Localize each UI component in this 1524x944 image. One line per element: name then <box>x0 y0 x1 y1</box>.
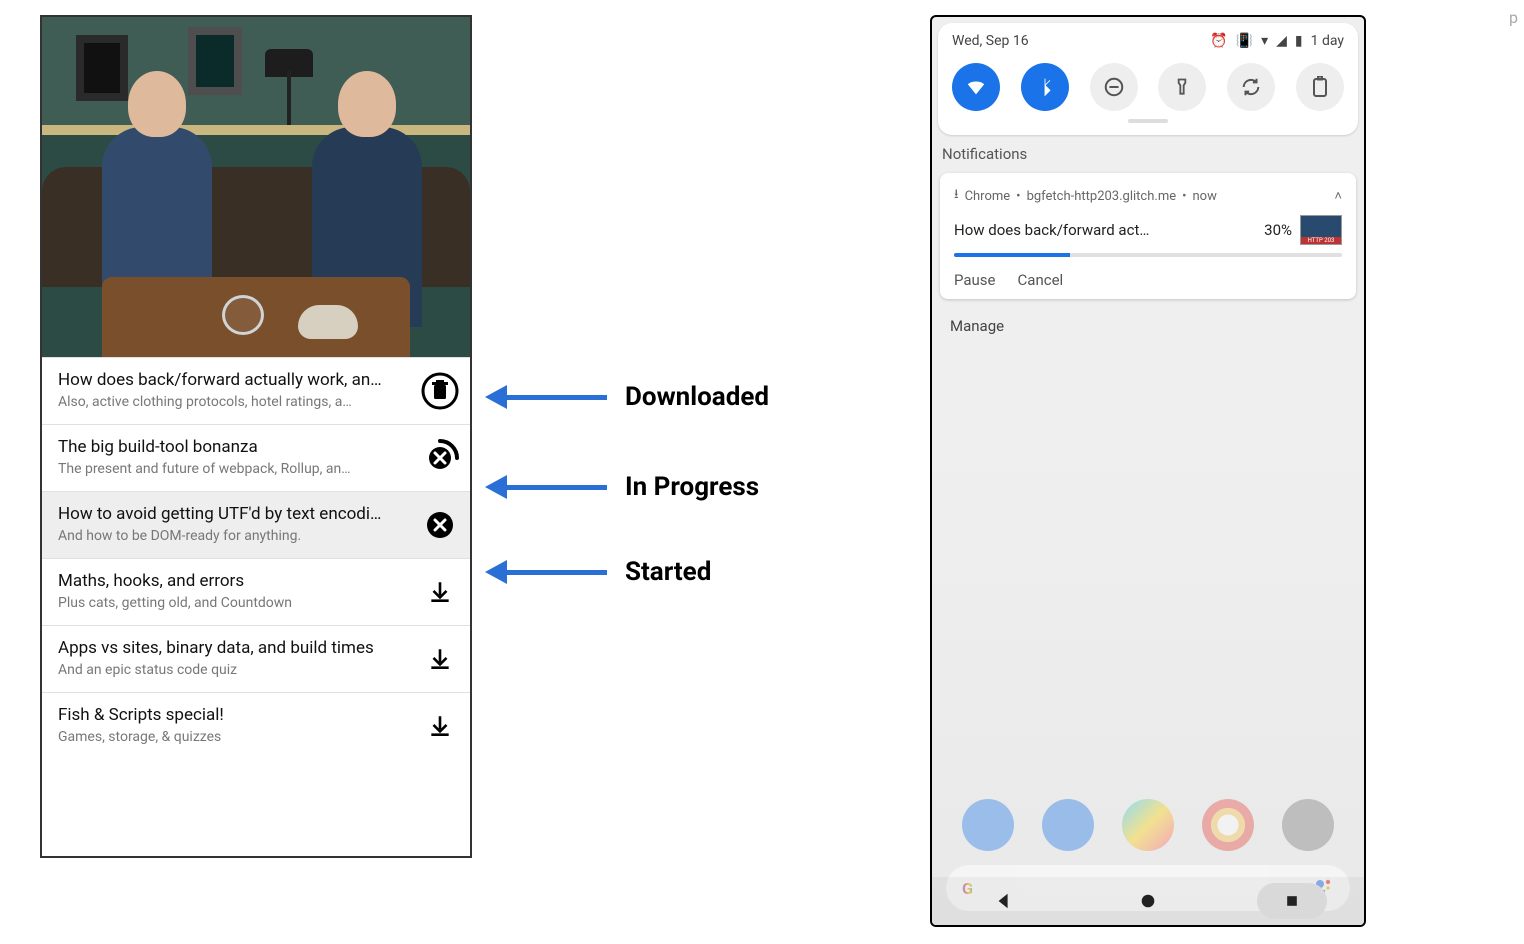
pause-button[interactable]: Pause <box>954 271 996 289</box>
manage-button[interactable]: Manage <box>950 317 1346 335</box>
download-icon[interactable] <box>420 572 460 612</box>
podcast-title: Fish & Scripts special! <box>58 705 414 725</box>
podcast-subtitle: And how to be DOM-ready for anything. <box>58 528 414 544</box>
status-date: Wed, Sep 16 <box>952 33 1029 49</box>
podcast-subtitle: Also, active clothing protocols, hotel r… <box>58 394 414 410</box>
camera-app-icon[interactable] <box>1282 799 1334 851</box>
qs-wifi[interactable] <box>952 63 1000 111</box>
chevron-up-icon[interactable]: ˄ <box>1334 188 1342 204</box>
delete-icon[interactable] <box>420 371 460 411</box>
annotation-downloaded: Downloaded <box>485 382 769 412</box>
battery-text: 1 day <box>1311 33 1344 49</box>
annotation-label: In Progress <box>625 472 759 502</box>
qs-autorotate[interactable] <box>1227 63 1275 111</box>
status-icons: ⏰ 📳 ▾ ◢ ▮ 1 day <box>1210 33 1344 49</box>
qs-bluetooth[interactable] <box>1021 63 1069 111</box>
podcast-title: How to avoid getting UTF'd by text encod… <box>58 504 414 524</box>
qs-flashlight[interactable] <box>1158 63 1206 111</box>
wifi-icon: ▾ <box>1261 33 1268 49</box>
qs-battery-saver[interactable] <box>1296 63 1344 111</box>
notification-app: Chrome <box>965 189 1011 204</box>
annotation-label: Downloaded <box>625 382 769 412</box>
nav-recent[interactable] <box>1257 883 1327 919</box>
shade-handle[interactable] <box>1128 119 1168 123</box>
notification-thumbnail <box>1300 215 1342 245</box>
play-store-icon[interactable] <box>1122 799 1174 851</box>
notifications-header: Notifications <box>942 145 1354 163</box>
chrome-app-icon[interactable] <box>1202 799 1254 851</box>
podcast-title: Apps vs sites, binary data, and build ti… <box>58 638 414 658</box>
download-arrow-icon: ⭳ <box>954 185 959 207</box>
cancel-icon[interactable] <box>420 505 460 545</box>
podcast-title: Maths, hooks, and errors <box>58 571 414 591</box>
podcast-item-4[interactable]: Apps vs sites, binary data, and build ti… <box>42 625 470 692</box>
podcast-subtitle: And an epic status code quiz <box>58 662 414 678</box>
download-icon[interactable] <box>420 639 460 679</box>
nav-back[interactable] <box>969 883 1039 919</box>
qs-dnd[interactable] <box>1090 63 1138 111</box>
arrow-icon <box>485 560 507 584</box>
home-screen-background: G <box>932 447 1364 925</box>
quick-settings-panel: Wed, Sep 16 ⏰ 📳 ▾ ◢ ▮ 1 day <box>938 23 1358 135</box>
nav-bar <box>932 877 1364 925</box>
notification-time: now <box>1193 189 1217 204</box>
annotation-label: Started <box>625 557 711 587</box>
podcast-subtitle: Games, storage, & quizzes <box>58 729 414 745</box>
podcast-subtitle: The present and future of webpack, Rollu… <box>58 461 414 477</box>
podcast-title: The big build-tool bonanza <box>58 437 414 457</box>
app-dock <box>932 799 1364 851</box>
podcast-title: How does back/forward actually work, an… <box>58 370 414 390</box>
podcast-app-phone: How does back/forward actually work, an…… <box>40 15 472 858</box>
annotation-in-progress: In Progress <box>485 472 759 502</box>
cell-signal-icon: ◢ <box>1276 33 1287 49</box>
alarm-icon: ⏰ <box>1210 33 1227 49</box>
nav-home[interactable] <box>1113 883 1183 919</box>
podcast-item-5[interactable]: Fish & Scripts special! Games, storage, … <box>42 692 470 759</box>
annotation-started: Started <box>485 557 711 587</box>
podcast-item-1[interactable]: The big build-tool bonanza The present a… <box>42 424 470 491</box>
notification-percent: 30% <box>1264 221 1292 239</box>
download-notification[interactable]: ⭳ Chrome • bgfetch-http203.glitch.me • n… <box>940 173 1356 299</box>
notification-source: bgfetch-http203.glitch.me <box>1027 189 1177 204</box>
cancel-button[interactable]: Cancel <box>1018 271 1064 289</box>
cancel-progress-icon[interactable] <box>420 438 460 478</box>
arrow-icon <box>485 385 507 409</box>
download-icon[interactable] <box>420 706 460 746</box>
notification-title: How does back/forward act… <box>954 221 1256 239</box>
android-phone: G Wed, Sep 16 ⏰ 📳 ▾ ◢ ▮ 1 day <box>930 15 1366 927</box>
vibrate-icon: 📳 <box>1236 33 1253 49</box>
phone-app-icon[interactable] <box>962 799 1014 851</box>
hero-image <box>42 17 470 357</box>
battery-icon: ▮ <box>1295 33 1303 49</box>
stray-character: p <box>1509 8 1518 27</box>
arrow-icon <box>485 475 507 499</box>
messages-app-icon[interactable] <box>1042 799 1094 851</box>
podcast-item-3[interactable]: Maths, hooks, and errors Plus cats, gett… <box>42 558 470 625</box>
podcast-item-0[interactable]: How does back/forward actually work, an…… <box>42 357 470 424</box>
progress-bar <box>954 253 1342 257</box>
podcast-item-2[interactable]: How to avoid getting UTF'd by text encod… <box>42 491 470 558</box>
podcast-subtitle: Plus cats, getting old, and Countdown <box>58 595 414 611</box>
